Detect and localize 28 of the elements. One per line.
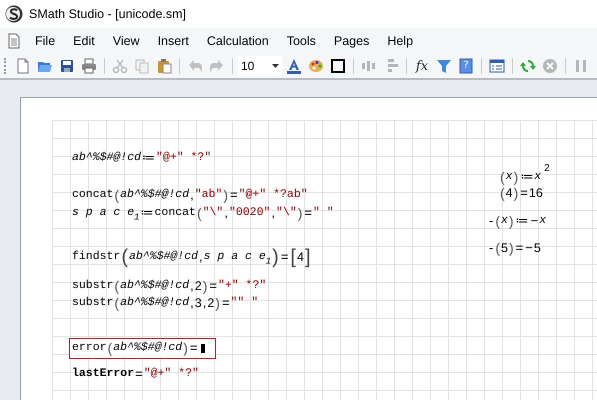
menu-item[interactable]: Edit [64,31,104,51]
menu-item[interactable]: Tools [278,31,325,51]
text-cursor-icon [201,344,206,354]
function-icon[interactable]: fx [412,56,432,76]
border-icon[interactable] [328,56,348,76]
document-menu-icon[interactable] [6,33,22,49]
menu-item[interactable]: Insert [148,31,198,51]
math-expression: ab^%$#@!cd≔"@+" *?" [72,149,212,167]
math-expression: lastError="@+" *?" [72,365,199,383]
math-expression: -(5)=−5 [488,239,541,258]
font-size-dropdown[interactable]: 10 [238,56,282,76]
math-expression: substr(ab^%$#@!cd,2)="+" *?" [72,277,266,296]
math-expression: substr(ab^%$#@!cd,3,2)="" " [72,294,258,313]
menu-item[interactable]: Pages [324,31,378,51]
app-logo-icon [5,5,23,23]
math-expression: s p a c e$_{1}$≔concat("\","0020","\")=" " [72,204,334,224]
math-expression: (4)=16 [499,185,543,203]
print-icon[interactable] [79,56,99,76]
math-expression: -(x)≔−x [488,212,546,231]
menu-item[interactable]: Calculation [198,31,278,51]
window-title: SMath Studio - [unicode.sm] [29,7,186,21]
caret-icon [272,64,279,68]
menu-item[interactable]: Help [378,31,422,51]
math-expression: concat(ab^%$#@!cd,"ab")="@+" *?ab" [72,186,308,205]
math-expression: (x)≔x $^{2}$ [499,164,550,187]
menu-item[interactable]: File [26,31,64,51]
menu-item[interactable]: View [104,31,149,51]
math-expression: error(ab^%$#@!cd)= [72,339,198,358]
